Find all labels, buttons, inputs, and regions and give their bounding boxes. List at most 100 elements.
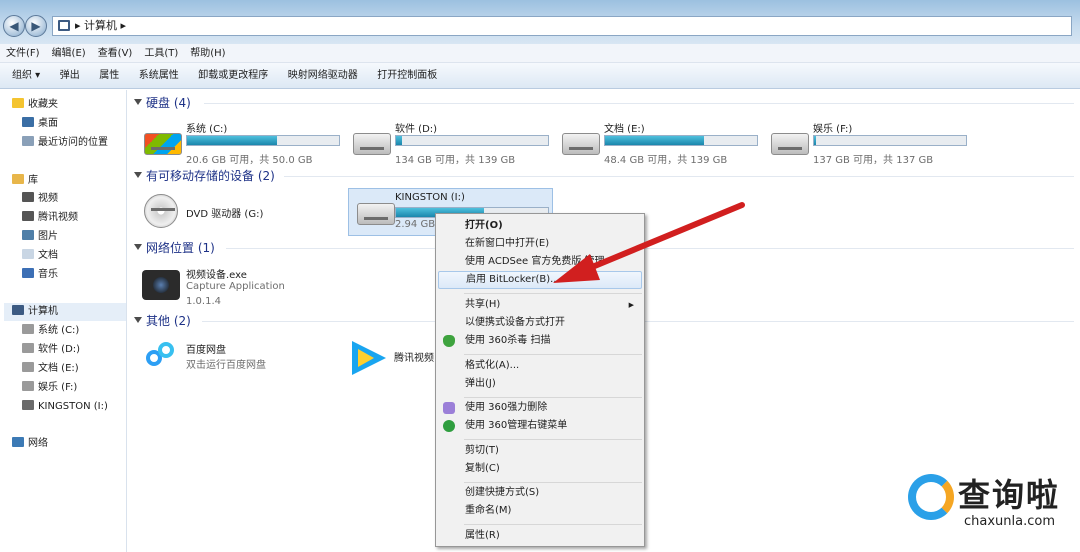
group-hard-disks[interactable]: 硬盘 (4) [134,94,1074,112]
menu-tools[interactable]: 工具(T) [138,44,184,63]
menu-rename[interactable]: 重命名(M) [438,502,642,520]
collapse-triangle-icon [134,172,142,178]
sidebar-item-drive-i[interactable]: KINGSTON (I:) [22,398,108,416]
properties-button[interactable]: 属性 [91,63,127,89]
collapse-triangle-icon [134,99,142,105]
drive-name: 文档 (E:) [604,124,645,135]
drive-name: DVD 驱动器 (G:) [186,209,264,220]
library-icon [12,174,24,184]
menu-cut[interactable]: 剪切(T) [438,442,642,460]
menu-open-portable[interactable]: 以便携式设备方式打开 [438,314,642,332]
desktop-icon [22,117,34,127]
forward-button[interactable]: ▶ [25,15,47,37]
menu-edit[interactable]: 编辑(E) [46,44,92,63]
organize-button[interactable]: 组织 ▾ [0,63,48,89]
menu-separator [464,482,642,483]
sidebar-item-pictures[interactable]: 图片 [22,228,58,246]
logo-url: chaxunla.com [964,514,1055,529]
sidebar-item-recent[interactable]: 最近访问的位置 [22,134,108,152]
sidebar-item-drive-c[interactable]: 系统 (C:) [22,322,79,340]
menu-acdsee[interactable]: 使用 ACDSee 官方免费版 管理 [438,253,642,271]
video-icon [22,192,34,202]
menu-open[interactable]: 打开(O) [438,217,642,235]
drive-d[interactable]: 软件 (D:) 134 GB 可用，共 139 GB [345,117,549,173]
menu-360-scan-label: 使用 360杀毒 扫描 [465,335,551,346]
menu-file[interactable]: 文件(F) [0,44,46,63]
menu-properties[interactable]: 属性(R) [438,527,642,545]
group-removable[interactable]: 有可移动存储的设备 (2) [134,167,1074,185]
item-name: 腾讯视频 [394,353,434,364]
uninstall-program-button[interactable]: 卸载或更改程序 [190,63,276,89]
menu-360-force-delete-label: 使用 360强力删除 [465,402,548,413]
menu-format[interactable]: 格式化(A)... [438,357,642,375]
menu-open-new-window[interactable]: 在新窗口中打开(E) [438,235,642,253]
drive-free-space: 48.4 GB 可用，共 139 GB [604,155,728,166]
sidebar-computer[interactable]: 计算机 [4,303,126,321]
drive-c[interactable]: 系统 (C:) 20.6 GB 可用，共 50.0 GB [136,117,340,173]
menu-share[interactable]: 共享(H) ▶ [438,296,642,314]
sidebar-item-tencent-video[interactable]: 腾讯视频 [22,209,78,227]
sidebar-item-desktop[interactable]: 桌面 [22,115,58,133]
drive-e[interactable]: 文档 (E:) 48.4 GB 可用，共 139 GB [554,117,758,173]
tencent-video-icon-inner [358,349,374,367]
breadcrumb-computer[interactable]: 计算机 [84,19,117,32]
menu-separator [464,293,642,294]
drive-icon [771,133,809,155]
sidebar-favorites[interactable]: 收藏夹 [12,96,58,114]
drive-usage-bar [395,135,549,146]
menu-enable-bitlocker[interactable]: 启用 BitLocker(B)... [438,271,642,289]
drive-icon [353,133,391,155]
sidebar-item-drive-f[interactable]: 娱乐 (F:) [22,379,77,397]
item-description: Capture Application [186,281,285,292]
drive-name: 系统 (C:) [186,124,228,135]
item-description: 双击运行百度网盘 [186,360,266,371]
item-version: 1.0.1.4 [186,296,221,307]
menu-360-force-delete[interactable]: 使用 360强力删除 [438,399,642,417]
video-icon [22,211,34,221]
sidebar-libraries[interactable]: 库 [12,172,38,190]
menu-view[interactable]: 查看(V) [92,44,139,63]
menu-360-manage-context[interactable]: 使用 360管理右键菜单 [438,417,642,435]
drive-free-space: 20.6 GB 可用，共 50.0 GB [186,155,313,166]
sidebar-item-music[interactable]: 音乐 [22,266,58,284]
menu-eject[interactable]: 弹出(J) [438,375,642,393]
menu-copy[interactable]: 复制(C) [438,460,642,478]
drive-usage-bar [604,135,758,146]
computer-icon [58,20,70,31]
drive-icon [22,362,34,372]
group-divider [284,176,1074,177]
drive-f[interactable]: 娱乐 (F:) 137 GB 可用，共 137 GB [763,117,967,173]
system-properties-button[interactable]: 系统属性 [131,63,187,89]
dvd-drive[interactable]: DVD 驱动器 (G:) [136,190,336,246]
back-button[interactable]: ◀ [3,15,25,37]
drive-name: KINGSTON (I:) [395,192,465,203]
star-icon [12,98,24,108]
recent-places-icon [22,136,34,146]
map-network-drive-button[interactable]: 映射网络驱动器 [280,63,366,89]
menu-separator [464,397,642,398]
menu-separator [464,524,642,525]
tencent-video-item[interactable]: 腾讯视频 [348,339,448,389]
sidebar-item-drive-e[interactable]: 文档 (E:) [22,360,79,378]
drive-usage-fill [396,136,403,145]
sidebar-item-drive-d[interactable]: 软件 (D:) [22,341,80,359]
menu-360-scan[interactable]: 使用 360杀毒 扫描 [438,332,642,350]
video-device-item[interactable]: 视频设备.exe Capture Application 1.0.1.4 [136,264,336,314]
group-divider [204,103,1074,104]
open-control-panel-button[interactable]: 打开控制面板 [369,63,445,89]
menu-help[interactable]: 帮助(H) [184,44,231,63]
eject-button[interactable]: 弹出 [52,63,88,89]
camera-icon [142,270,180,300]
usb-drive-icon [357,203,395,225]
drive-free-space: 134 GB 可用，共 139 GB [395,155,516,166]
sidebar-item-documents[interactable]: 文档 [22,247,58,265]
context-menu: 打开(O) 在新窗口中打开(E) 使用 ACDSee 官方免费版 管理 启用 B… [435,213,645,547]
drive-icon [22,324,34,334]
submenu-arrow-icon: ▶ [628,301,634,309]
sidebar-item-videos[interactable]: 视频 [22,190,58,208]
sidebar-network[interactable]: 网络 [12,435,48,453]
baidu-netdisk-item[interactable]: 百度网盘 双击运行百度网盘 [136,339,336,389]
address-bar[interactable]: ▸ 计算机 ▸ [52,16,1072,36]
menu-create-shortcut[interactable]: 创建快捷方式(S) [438,484,642,502]
shield-icon [443,335,455,347]
